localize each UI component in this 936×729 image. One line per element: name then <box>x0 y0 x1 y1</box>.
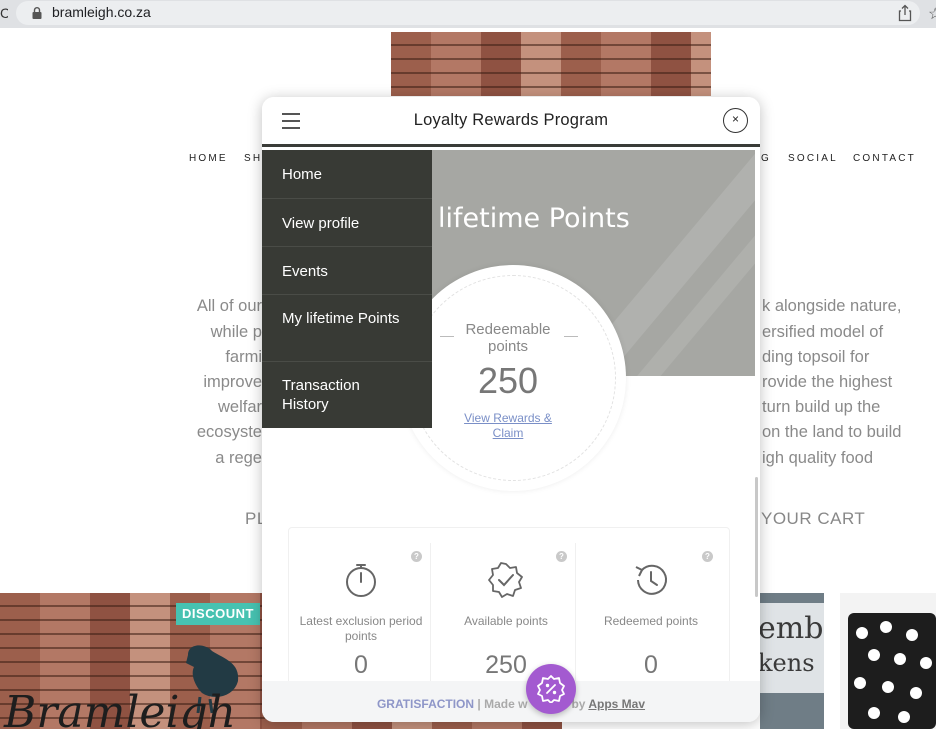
menu-item-home[interactable]: Home <box>262 150 432 199</box>
scrollbar[interactable] <box>755 477 758 597</box>
loyalty-modal: Loyalty Rewards Program × lifetime Point… <box>262 97 760 722</box>
help-icon[interactable]: ? <box>411 551 422 562</box>
intro-text: rovide the highest <box>762 373 893 391</box>
intro-text: a rege <box>215 449 262 467</box>
intro-text: on the land to build <box>762 423 902 441</box>
points-stats-panel: ? Latest exclusion period points 0 ? Ava… <box>288 527 730 688</box>
menu-item-view-profile[interactable]: View profile <box>262 199 432 247</box>
check-badge-icon <box>488 562 523 598</box>
intro-text: ding topsoil for <box>762 348 870 366</box>
share-icon[interactable] <box>897 4 913 22</box>
cooler-bag-icon <box>848 613 936 729</box>
footer-brand[interactable]: GRATISFACTION <box>377 697 474 711</box>
close-button[interactable]: × <box>723 108 748 133</box>
modal-title: Loyalty Rewards Program <box>413 111 609 129</box>
product-label-icon: emb kens <box>760 603 824 693</box>
stat-value: 0 <box>644 651 658 679</box>
lock-icon <box>32 7 42 19</box>
side-menu: Home View profile Events My lifetime Poi… <box>262 150 432 428</box>
intro-text: ecosyste <box>196 423 262 441</box>
menu-item-transaction-history[interactable]: Transaction History <box>262 362 432 428</box>
intro-text: farmi <box>225 348 262 366</box>
product-image[interactable]: emb kens <box>760 593 824 729</box>
url-text[interactable]: bramleigh.co.za <box>52 4 151 20</box>
redeemable-points-label: Redeemable points <box>465 321 551 355</box>
bookmark-star-icon[interactable]: ☆ <box>928 4 936 24</box>
browser-toolbar: C bramleigh.co.za ☆ <box>0 0 936 28</box>
menu-item-events[interactable]: Events <box>262 247 432 295</box>
nav-shop[interactable]: SH <box>244 153 262 164</box>
stat-card: ? Redeemed points 0 <box>581 543 721 688</box>
nav-blog[interactable]: G <box>761 153 771 164</box>
intro-text: k alongside nature, <box>762 297 902 315</box>
address-bar[interactable] <box>16 1 920 25</box>
product-image[interactable] <box>840 593 936 729</box>
help-icon[interactable]: ? <box>556 551 567 562</box>
footer-sep: | Made w <box>474 697 528 711</box>
stat-label: Available points <box>464 614 548 628</box>
nav-home[interactable]: HOME <box>189 153 228 164</box>
intro-text: igh quality food <box>762 449 873 467</box>
stat-label: Redeemed points <box>603 614 699 628</box>
intro-text: ersified model of <box>762 323 884 341</box>
redeemable-points-value: 250 <box>477 360 539 401</box>
stat-card: ? Latest exclusion period points 0 <box>291 543 431 688</box>
modal-footer: GRATISFACTION | Made w by Apps Mav <box>262 681 760 722</box>
help-icon[interactable]: ? <box>702 551 713 562</box>
rewards-launcher-button[interactable] <box>526 664 576 714</box>
footer-credit: GRATISFACTION | Made w by Apps Mav <box>262 697 760 711</box>
intro-text: while p <box>210 323 262 341</box>
stopwatch-icon <box>346 564 376 597</box>
nav-contact[interactable]: CONTACT <box>853 153 916 164</box>
stat-value: 0 <box>354 651 368 679</box>
footer-mid: by <box>571 697 589 711</box>
intro-text: turn build up the <box>762 398 881 416</box>
discount-badge-icon <box>537 675 565 703</box>
nav-social[interactable]: SOCIAL <box>788 153 838 164</box>
svg-text:kens: kens <box>760 649 815 677</box>
intro-text: improve <box>203 373 262 391</box>
menu-item-lifetime-points[interactable]: My lifetime Points <box>262 295 432 362</box>
cta-text: YOUR CART <box>761 509 866 528</box>
footer-link[interactable]: Apps Mav <box>588 697 645 711</box>
view-rewards-link[interactable]: View Rewards & Claim <box>448 411 568 441</box>
svg-text:emb: emb <box>760 611 823 646</box>
svg-text:Bramleigh: Bramleigh <box>3 687 236 729</box>
history-icon <box>635 564 667 595</box>
intro-text: welfar <box>217 398 262 416</box>
stat-label: Latest exclusion period points <box>299 614 423 643</box>
back-arrow-icon[interactable]: C <box>0 5 8 21</box>
discount-badge: DISCOUNT <box>176 603 260 625</box>
hero-title: lifetime Points <box>438 203 630 234</box>
intro-text: All of our <box>196 297 262 315</box>
header-banner-image <box>391 32 711 96</box>
modal-header: Loyalty Rewards Program × <box>262 97 760 147</box>
